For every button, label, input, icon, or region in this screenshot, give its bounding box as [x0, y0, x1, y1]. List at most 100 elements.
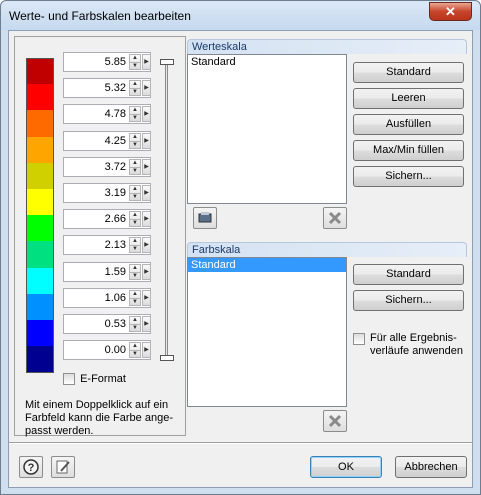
value-scale-list[interactable]: Standard [187, 54, 347, 204]
value-spinner[interactable]: 3.19 ▲ ▼ ▶ [63, 183, 151, 203]
expand-arrow-icon[interactable]: ▶ [142, 185, 151, 201]
spin-down-icon[interactable]: ▼ [130, 324, 140, 331]
value-text[interactable]: 0.00 [105, 344, 126, 356]
spin-down-icon[interactable]: ▼ [130, 245, 140, 252]
spin-down-icon[interactable]: ▼ [130, 88, 140, 95]
expand-arrow-icon[interactable]: ▶ [142, 289, 151, 306]
spin-down-icon[interactable]: ▼ [130, 166, 140, 174]
spin-up-icon[interactable]: ▲ [130, 160, 140, 167]
werte-standard-button[interactable]: Standard [353, 62, 464, 83]
value-spinner[interactable]: 4.25 ▲ ▼ ▶ [63, 130, 151, 151]
scale-slider[interactable] [160, 59, 174, 361]
color-swatch[interactable] [26, 189, 54, 216]
value-spinner[interactable]: 5.85 ▲ ▼ ▶ [63, 52, 151, 72]
value-text[interactable]: 5.32 [105, 82, 126, 94]
color-swatch[interactable] [26, 162, 54, 190]
value-spinner[interactable]: 0.53 ▲ ▼ ▶ [63, 314, 151, 334]
value-spinner[interactable]: 1.59 ▲ ▼ ▶ [63, 261, 151, 282]
expand-arrow-icon[interactable]: ▶ [142, 263, 151, 280]
expand-arrow-icon[interactable]: ▶ [142, 211, 151, 228]
spin-up-icon[interactable]: ▲ [130, 134, 140, 141]
value-text[interactable]: 1.59 [105, 266, 126, 278]
expand-arrow-icon[interactable]: ▶ [142, 342, 151, 359]
value-text[interactable]: 1.06 [105, 292, 126, 304]
spin-down-icon[interactable]: ▼ [130, 62, 140, 69]
color-swatch[interactable] [26, 110, 54, 138]
slider-top-thumb[interactable] [160, 59, 174, 65]
spin-up-icon[interactable]: ▲ [130, 55, 140, 62]
close-button[interactable]: ✕ [429, 2, 472, 21]
expand-arrow-icon[interactable]: ▶ [142, 54, 151, 70]
expand-arrow-icon[interactable]: ▶ [142, 158, 151, 175]
spin-down-icon[interactable]: ▼ [130, 114, 140, 121]
spin-arrows[interactable]: ▲ ▼ [129, 211, 141, 228]
color-scale-list[interactable]: Standard [187, 257, 347, 407]
color-swatch[interactable] [26, 346, 54, 373]
spin-arrows[interactable]: ▲ ▼ [129, 263, 141, 280]
color-swatch[interactable] [26, 267, 54, 295]
color-swatch[interactable] [26, 58, 54, 85]
spin-arrows[interactable]: ▲ ▼ [129, 289, 141, 306]
value-spinner[interactable]: 2.13 ▲ ▼ ▶ [63, 235, 151, 256]
spin-arrows[interactable]: ▲ ▼ [129, 342, 141, 359]
expand-arrow-icon[interactable]: ▶ [142, 316, 151, 332]
color-scale-item[interactable]: Standard [188, 258, 346, 272]
spin-arrows[interactable]: ▲ ▼ [129, 132, 141, 149]
spin-up-icon[interactable]: ▲ [130, 81, 140, 88]
cancel-button[interactable]: Abbrechen [395, 456, 467, 478]
color-swatch[interactable] [26, 215, 54, 242]
color-swatch[interactable] [26, 320, 54, 347]
delete-color-scale-button[interactable] [323, 410, 347, 432]
farb-sichern-button[interactable]: Sichern... [353, 290, 464, 311]
werte-maxmin-button[interactable]: Max/Min füllen [353, 140, 464, 161]
eformat-option[interactable]: E-Format [63, 373, 126, 386]
werte-sichern-button[interactable]: Sichern... [353, 166, 464, 187]
spin-arrows[interactable]: ▲ ▼ [129, 54, 141, 70]
spin-up-icon[interactable]: ▲ [130, 343, 140, 350]
value-text[interactable]: 5.85 [105, 56, 126, 68]
slider-bottom-thumb[interactable] [160, 355, 174, 361]
spin-arrows[interactable]: ▲ ▼ [129, 80, 141, 97]
spin-down-icon[interactable]: ▼ [130, 193, 140, 200]
spin-up-icon[interactable]: ▲ [130, 265, 140, 272]
spin-down-icon[interactable]: ▼ [130, 140, 140, 148]
value-text[interactable]: 2.13 [105, 239, 126, 251]
spin-arrows[interactable]: ▲ ▼ [129, 185, 141, 201]
farb-standard-button[interactable]: Standard [353, 264, 464, 285]
spin-arrows[interactable]: ▲ ▼ [129, 106, 141, 123]
color-swatch[interactable] [26, 293, 54, 321]
value-scale-item[interactable]: Standard [188, 55, 346, 69]
apply-all-checkbox[interactable] [353, 333, 365, 345]
value-spinner[interactable]: 2.66 ▲ ▼ ▶ [63, 209, 151, 230]
spin-up-icon[interactable]: ▲ [130, 291, 140, 298]
spin-arrows[interactable]: ▲ ▼ [129, 237, 141, 254]
color-swatch[interactable] [26, 136, 54, 164]
value-text[interactable]: 3.19 [105, 187, 126, 199]
spin-down-icon[interactable]: ▼ [130, 271, 140, 279]
color-swatch[interactable] [26, 241, 54, 269]
expand-arrow-icon[interactable]: ▶ [142, 237, 151, 254]
value-spinner[interactable]: 1.06 ▲ ▼ ▶ [63, 287, 151, 308]
help-button[interactable]: ? [19, 456, 43, 478]
werte-ausfuellen-button[interactable]: Ausfüllen [353, 114, 464, 135]
eformat-checkbox[interactable] [63, 373, 75, 386]
value-text[interactable]: 2.66 [105, 213, 126, 225]
value-spinner[interactable]: 5.32 ▲ ▼ ▶ [63, 78, 151, 99]
value-spinner[interactable]: 0.00 ▲ ▼ ▶ [63, 340, 151, 361]
value-text[interactable]: 0.53 [105, 318, 126, 330]
spin-arrows[interactable]: ▲ ▼ [129, 316, 141, 332]
spin-down-icon[interactable]: ▼ [130, 350, 140, 357]
ok-button[interactable]: OK [310, 456, 382, 478]
expand-arrow-icon[interactable]: ▶ [142, 106, 151, 123]
werte-leeren-button[interactable]: Leeren [353, 88, 464, 109]
spin-up-icon[interactable]: ▲ [130, 107, 140, 114]
spin-up-icon[interactable]: ▲ [130, 238, 140, 245]
value-text[interactable]: 4.25 [105, 135, 126, 147]
color-swatch[interactable] [26, 84, 54, 111]
spin-up-icon[interactable]: ▲ [130, 186, 140, 193]
expand-arrow-icon[interactable]: ▶ [142, 80, 151, 97]
spin-down-icon[interactable]: ▼ [130, 219, 140, 226]
value-text[interactable]: 4.78 [105, 108, 126, 120]
spin-up-icon[interactable]: ▲ [130, 317, 140, 324]
spin-up-icon[interactable]: ▲ [130, 212, 140, 219]
